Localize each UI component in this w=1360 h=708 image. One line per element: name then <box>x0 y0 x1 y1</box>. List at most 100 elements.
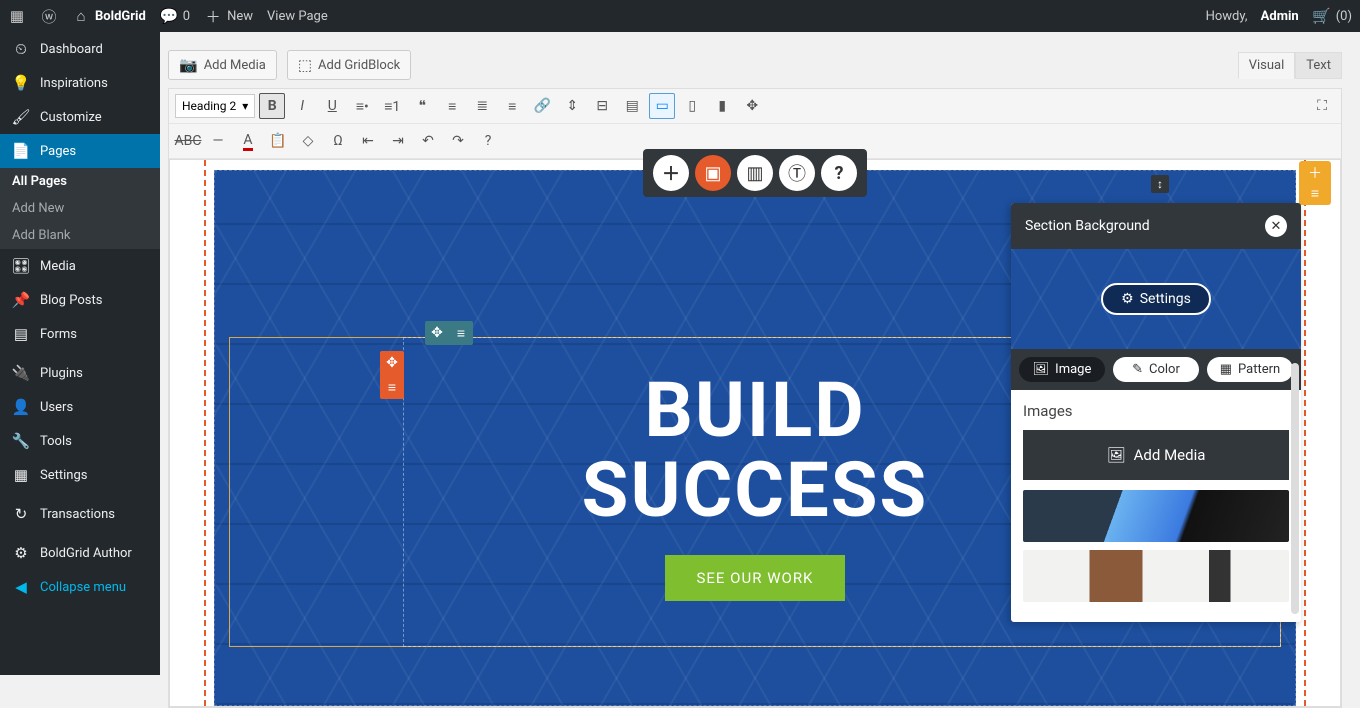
tab-visual[interactable]: Visual <box>1238 52 1296 79</box>
insert-more-button[interactable]: ⊟ <box>589 93 615 119</box>
format-dropdown[interactable]: Heading 2▾ <box>175 94 255 118</box>
text-tool-button[interactable]: Ⓣ <box>779 155 815 191</box>
sidebar-item-customize[interactable]: 🖌Customize <box>0 100 160 134</box>
plus-icon: ＋ <box>204 7 222 25</box>
toolbar-toggle-button[interactable]: ▤ <box>619 93 645 119</box>
add-element-button[interactable]: ＋ <box>653 155 689 191</box>
move-button[interactable]: ✥ <box>739 93 765 119</box>
comments-link[interactable]: 💬0 <box>160 7 190 25</box>
settings-icon: ▦ <box>12 466 30 484</box>
boldgrid-menu-icon[interactable]: ▦ <box>8 7 26 25</box>
sidebar-item-pages[interactable]: 📄 Pages <box>0 134 160 168</box>
sidebar-item-inspirations[interactable]: 💡Inspirations <box>0 66 160 100</box>
align-right-button[interactable]: ≡ <box>499 93 525 119</box>
sidebar-item-settings[interactable]: ▦Settings <box>0 458 160 492</box>
sidebar-item-label: Forms <box>40 327 77 342</box>
fullscreen-button[interactable]: ⛶ <box>1309 93 1335 119</box>
sidebar-item-label: Transactions <box>40 507 115 522</box>
layout-tool-button[interactable]: ▥ <box>737 155 773 191</box>
cta-button[interactable]: SEE OUR WORK <box>665 555 846 601</box>
site-link[interactable]: ⌂BoldGrid <box>72 7 146 25</box>
column-move-button[interactable]: ✥ <box>380 351 404 375</box>
panel-add-media-button[interactable]: 🖼Add Media <box>1023 430 1289 480</box>
close-panel-button[interactable]: ✕ <box>1265 215 1287 237</box>
distraction-free-button[interactable]: ▭ <box>649 93 675 119</box>
panel-scrollbar[interactable] <box>1291 363 1299 614</box>
sidebar-item-users[interactable]: 👤Users <box>0 390 160 424</box>
add-media-button[interactable]: 📷Add Media <box>168 50 277 80</box>
bg-tab-image[interactable]: 🖼Image <box>1019 357 1105 382</box>
view-page-link[interactable]: View Page <box>267 9 328 24</box>
sidebar-item-tools[interactable]: 🔧Tools <box>0 424 160 458</box>
align-left-button[interactable]: ≡ <box>439 93 465 119</box>
sidebar-item-dashboard[interactable]: ⏲Dashboard <box>0 32 160 66</box>
editor-toolbar: Heading 2▾ B I U ≡• ≡1 ❝ ≡ ≣ ≡ 🔗 ⇕ ⊟ ▤ ▭… <box>168 88 1342 708</box>
main-content: 📷Add Media ⬚Add GridBlock Visual Text He… <box>160 32 1360 675</box>
account-link[interactable]: Howdy, Admin <box>1206 9 1299 24</box>
bold-button[interactable]: B <box>259 93 285 119</box>
section-menu-button[interactable]: ≡ <box>1305 185 1325 201</box>
sidebar-item-media[interactable]: 🎛Media <box>0 249 160 283</box>
caret-down-icon: ▾ <box>242 99 248 113</box>
dashboard-icon: ⏲ <box>12 40 30 58</box>
phone-preview-button[interactable]: ▮ <box>709 93 735 119</box>
tab-text[interactable]: Text <box>1295 52 1342 79</box>
row-move-button[interactable]: ✥ <box>425 321 449 345</box>
sidebar-subitem-add-blank[interactable]: Add Blank <box>0 222 160 249</box>
sidebar-item-forms[interactable]: ▤Forms <box>0 317 160 351</box>
hero-section[interactable]: ＋ ▣ ▥ Ⓣ ? ↕ ＋ ≡ ✥ ≡ <box>214 170 1296 706</box>
sidebar-item-plugins[interactable]: 🔌Plugins <box>0 356 160 390</box>
vertical-drag-handle[interactable]: ↕ <box>1151 175 1169 193</box>
column-menu-button[interactable]: ≡ <box>380 375 404 399</box>
sidebar-item-label: Collapse menu <box>40 580 126 595</box>
text-color-button[interactable]: A <box>235 128 261 154</box>
sidebar-item-label: Users <box>40 400 73 415</box>
sidebar-subitem-all-pages[interactable]: All Pages <box>0 168 160 195</box>
bg-tab-color[interactable]: ✎Color <box>1113 357 1199 382</box>
bg-tab-pattern[interactable]: ▦Pattern <box>1207 357 1293 382</box>
help-button[interactable]: ? <box>475 128 501 154</box>
image-tool-button[interactable]: ▣ <box>695 155 731 191</box>
special-char-button[interactable]: Ω <box>325 128 351 154</box>
row-menu-button[interactable]: ≡ <box>449 321 473 345</box>
cube-icon: ⬚ <box>298 56 312 74</box>
clear-format-button[interactable]: ◇ <box>295 128 321 154</box>
blockquote-button[interactable]: ❝ <box>409 93 435 119</box>
pencil-icon: ✎ <box>1132 362 1143 377</box>
align-center-button[interactable]: ≣ <box>469 93 495 119</box>
sidebar-item-blog-posts[interactable]: 📌Blog Posts <box>0 283 160 317</box>
wp-logo-icon[interactable]: ⓦ <box>40 7 58 25</box>
link-button[interactable]: 🔗 <box>529 93 555 119</box>
undo-button[interactable]: ↶ <box>415 128 441 154</box>
number-list-button[interactable]: ≡1 <box>379 93 405 119</box>
pages-icon: 📄 <box>12 142 30 160</box>
italic-button[interactable]: I <box>289 93 315 119</box>
bg-image-option-2[interactable] <box>1023 550 1289 602</box>
bg-settings-button[interactable]: ⚙Settings <box>1101 283 1211 315</box>
section-toolbar: ＋ ▣ ▥ Ⓣ ? <box>643 149 867 197</box>
outdent-button[interactable]: ⇤ <box>355 128 381 154</box>
editor-canvas[interactable]: ＋ ▣ ▥ Ⓣ ? ↕ ＋ ≡ ✥ ≡ <box>169 159 1341 707</box>
new-link[interactable]: ＋New <box>204 7 253 25</box>
indent-button[interactable]: ⇥ <box>385 128 411 154</box>
bullet-list-button[interactable]: ≡• <box>349 93 375 119</box>
section-background-panel: Section Background ✕ ⚙Settings 🖼Image ✎C… <box>1011 203 1301 622</box>
underline-button[interactable]: U <box>319 93 345 119</box>
sidebar-subitem-add-new[interactable]: Add New <box>0 195 160 222</box>
grid-icon: ▦ <box>1220 362 1232 377</box>
unlink-button[interactable]: ⇕ <box>559 93 585 119</box>
sidebar-item-boldgrid-author[interactable]: ⚙BoldGrid Author <box>0 536 160 570</box>
cart-link[interactable]: 🛒(0) <box>1313 7 1352 25</box>
sidebar-item-label: Pages <box>40 144 76 159</box>
strikethrough-button[interactable]: ABC <box>175 128 201 154</box>
paste-text-button[interactable]: 📋 <box>265 128 291 154</box>
bg-image-option-1[interactable] <box>1023 490 1289 542</box>
sidebar-item-collapse-menu[interactable]: ◀Collapse menu <box>0 570 160 604</box>
help-tool-button[interactable]: ? <box>821 155 857 191</box>
redo-button[interactable]: ↷ <box>445 128 471 154</box>
add-gridblock-button[interactable]: ⬚Add GridBlock <box>287 50 411 80</box>
sidebar-item-transactions[interactable]: ↻Transactions <box>0 497 160 531</box>
section-add-button[interactable]: ＋ <box>1305 165 1325 181</box>
hr-button[interactable]: — <box>205 128 231 154</box>
tablet-preview-button[interactable]: ▯ <box>679 93 705 119</box>
